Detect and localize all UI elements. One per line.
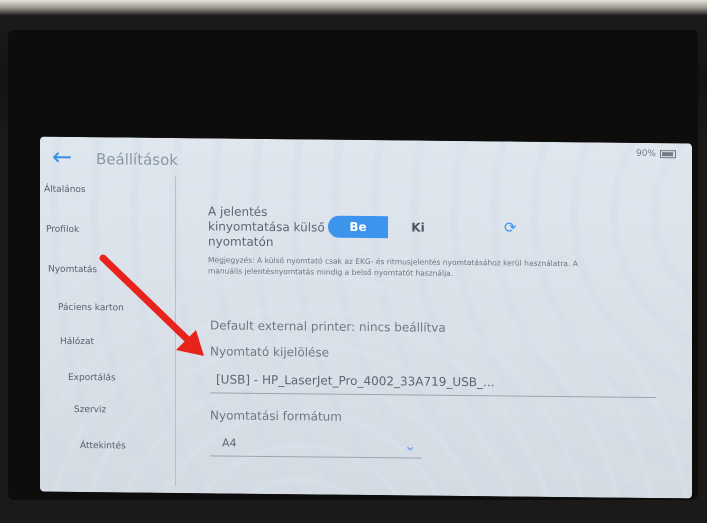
toggle-off-option[interactable]: Ki [388,216,448,239]
print-format-dropdown[interactable]: A4 ⌄ [210,431,422,459]
printer-select-label: Nyomtató kijelölése [210,344,330,360]
sidebar-item-patient-record[interactable]: Páciens karton [58,303,124,314]
sidebar-item-network[interactable]: Hálózat [60,337,94,347]
back-arrow-icon[interactable]: ← [52,143,72,171]
toggle-on-option[interactable]: Be [328,215,388,239]
print-format-label: Nyomtatási formátum [210,408,342,424]
sidebar-item-service[interactable]: Szerviz [74,405,106,415]
printer-note: Megjegyzés: A külső nyomtató csak az EKG… [208,255,578,278]
sidebar-item-export[interactable]: Exportálás [68,373,116,383]
default-printer-status: Default external printer: nincs beállítv… [210,318,446,335]
sidebar-item-profiles[interactable]: Profilok [46,225,79,235]
settings-content: A jelentés kinyomtatása külső nyomtatón … [180,176,690,498]
print-format-value: A4 [222,436,237,450]
external-print-label: A jelentés kinyomtatása külső nyomtatón [208,204,325,250]
battery-status: 90% [636,149,676,159]
refresh-icon[interactable]: ⟳ [504,218,517,236]
page-title: Beállítások [96,150,178,170]
chevron-down-icon: ⌄ [404,438,416,455]
battery-percentage: 90% [635,148,656,160]
external-print-toggle[interactable]: Be Ki [328,215,448,243]
sidebar-item-overview[interactable]: Áttekintés [80,441,126,451]
sidebar-item-general[interactable]: Általános [44,185,86,195]
printer-select-field[interactable]: [USB] - HP_LaserJet_Pro_4002_33A719_USB_… [210,366,656,399]
sidebar-item-printing[interactable]: Nyomtatás [48,265,97,276]
device-screen: ← Beállítások 90% Általános Profilok Nyo… [40,136,692,499]
battery-icon [660,150,676,159]
settings-sidebar: Általános Profilok Nyomtatás Páciens kar… [40,174,176,487]
